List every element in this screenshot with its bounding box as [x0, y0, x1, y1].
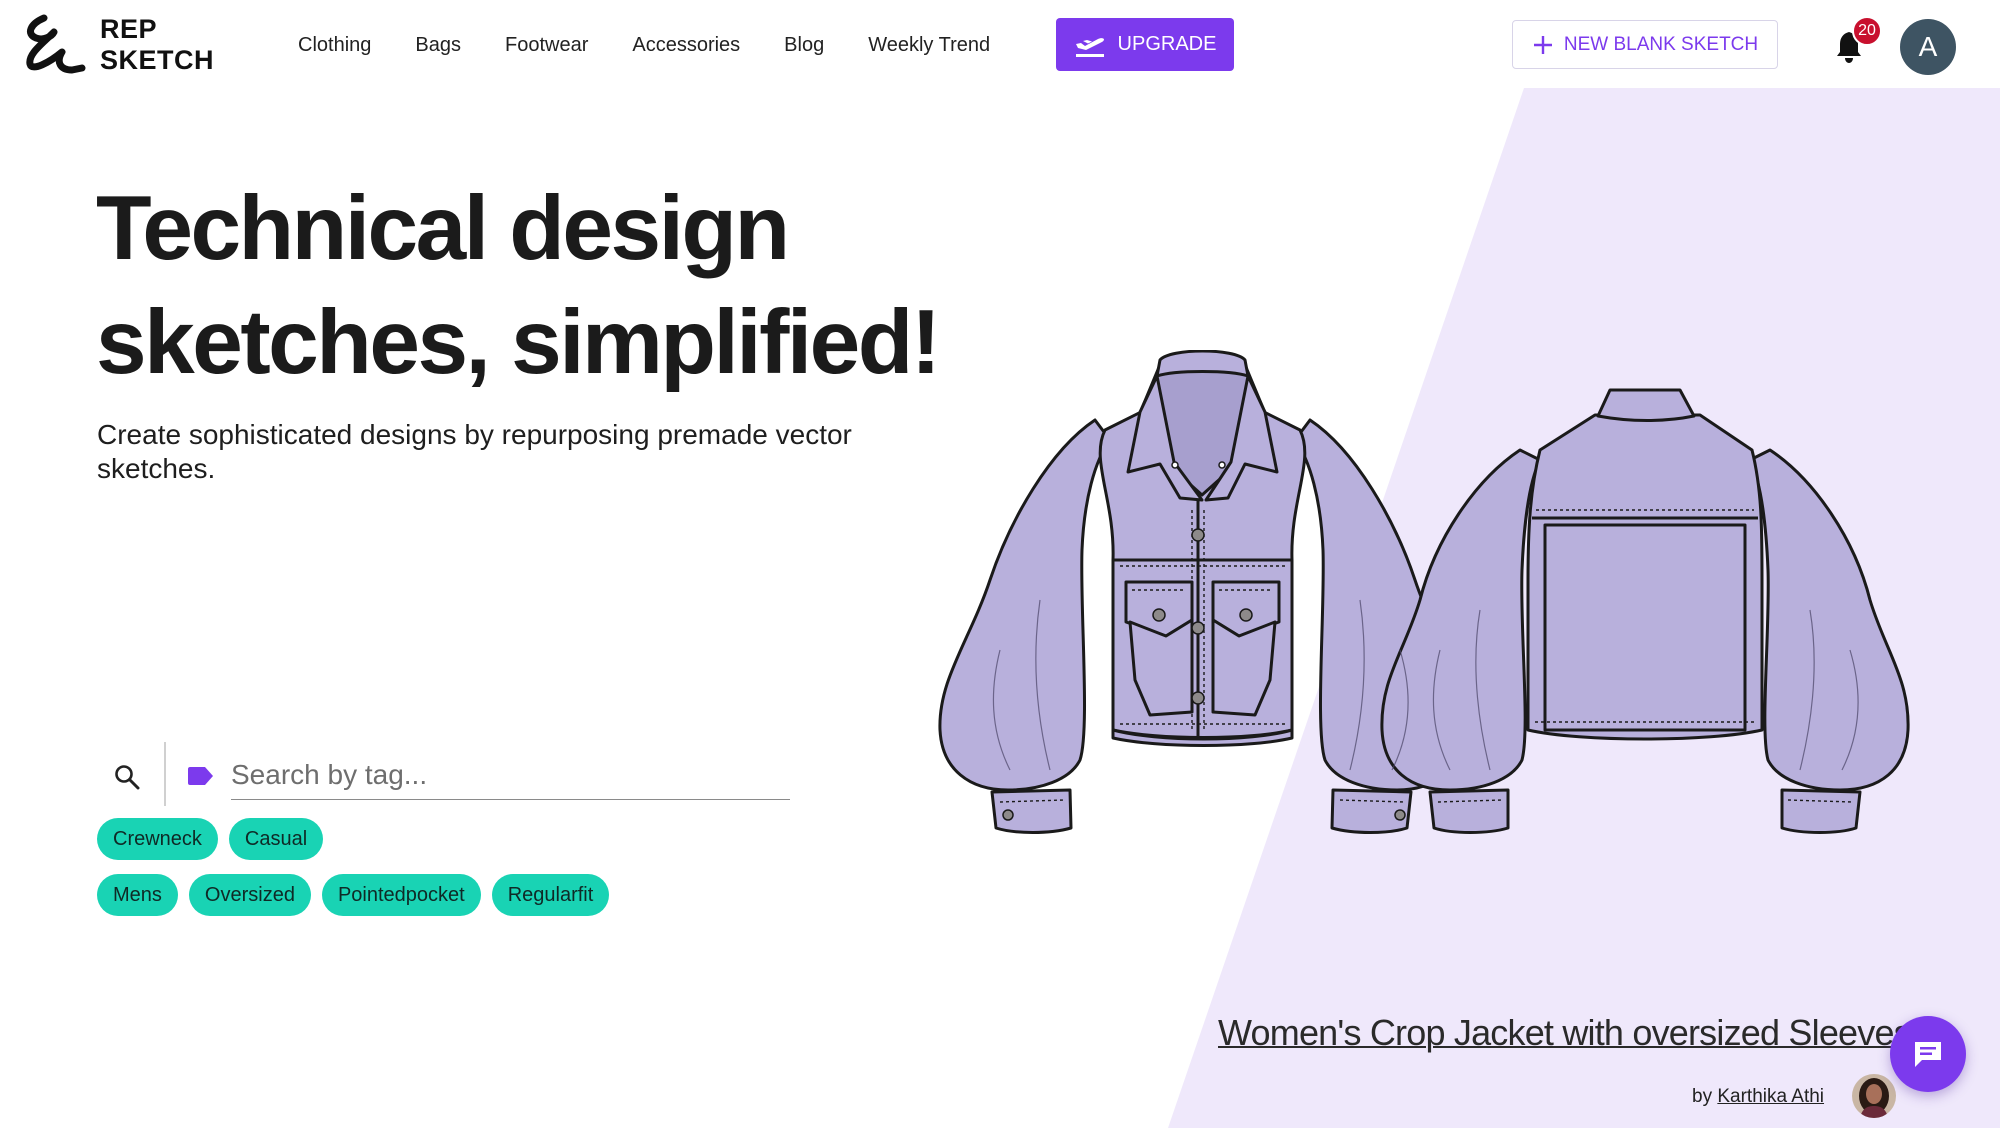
tag-chip-casual[interactable]: Casual [228, 818, 324, 860]
hero-subtitle: Create sophisticated designs by repurpos… [97, 419, 852, 484]
back-collar [1596, 388, 1696, 422]
chat-button[interactable] [1890, 1016, 1966, 1092]
brand-line-2: SKETCH [100, 45, 215, 75]
logo-mark [26, 14, 86, 74]
tag-chip-mens[interactable]: Mens [97, 874, 178, 916]
upgrade-plane-icon [1075, 37, 1104, 57]
tag-chip-oversized[interactable]: Oversized [188, 874, 311, 916]
search-icon[interactable] [114, 764, 140, 790]
tag-chip-row-2: Mens Oversized Pointedpocket Regularfit [97, 874, 717, 916]
brand-name: REP SKETCH [100, 14, 214, 76]
upgrade-label: UPGRADE [1117, 33, 1217, 55]
top-navigation-bar: REP SKETCH Clothing Bags Footwear Access… [0, 0, 2000, 90]
nav-bags[interactable]: Bags [415, 30, 461, 60]
plus-icon [1533, 35, 1552, 54]
new-blank-sketch-button[interactable]: NEW BLANK SKETCH [1512, 20, 1778, 69]
tag-icon [188, 767, 213, 785]
back-right-sleeve [1748, 448, 1910, 792]
tag-chip-pointedpocket[interactable]: Pointedpocket [321, 874, 481, 916]
featured-sketch-title[interactable]: Women's Crop Jacket with oversized Sleev… [1218, 1012, 1912, 1054]
featured-byline: by Karthika Athi [1692, 1086, 1824, 1108]
main-nav: Clothing Bags Footwear Accessories Blog … [298, 30, 1034, 60]
nav-weekly-trend[interactable]: Weekly Trend [868, 30, 990, 60]
back-left-cuff [1428, 788, 1510, 834]
brand-line-1: REP [100, 14, 158, 44]
tag-chip-regularfit[interactable]: Regularfit [491, 874, 610, 916]
user-avatar[interactable]: A [1900, 19, 1956, 75]
new-sketch-label: NEW BLANK SKETCH [1563, 33, 1759, 55]
author-avatar[interactable] [1852, 1074, 1896, 1118]
author-link[interactable]: Karthika Athi [1717, 1086, 1824, 1107]
featured-sketch-image[interactable] [930, 350, 1920, 870]
tag-chip-row-1: Crewneck Casual [97, 818, 717, 860]
notification-badge: 20 [1852, 16, 1882, 46]
upgrade-button[interactable]: UPGRADE [1056, 18, 1234, 71]
tag-chips: Crewneck Casual Mens Oversized Pointedpo… [97, 818, 717, 930]
hero-title: Technical design sketches, simplified! [96, 178, 941, 393]
tag-search [96, 738, 790, 810]
chat-icon [1915, 1042, 1941, 1067]
back-right-cuff [1780, 788, 1862, 834]
back-body [1526, 413, 1764, 741]
front-collar-stand [1155, 350, 1250, 378]
search-divider [164, 742, 166, 806]
tag-chip-crewneck[interactable]: Crewneck [97, 818, 218, 860]
front-left-sleeve [938, 418, 1112, 792]
byline-prefix: by [1692, 1086, 1713, 1107]
nav-clothing[interactable]: Clothing [298, 30, 371, 60]
nav-footwear[interactable]: Footwear [505, 30, 588, 60]
nav-accessories[interactable]: Accessories [632, 30, 740, 60]
brand-logo[interactable]: REP SKETCH [20, 12, 214, 78]
tag-search-input[interactable] [231, 750, 790, 800]
nav-blog[interactable]: Blog [784, 30, 824, 60]
